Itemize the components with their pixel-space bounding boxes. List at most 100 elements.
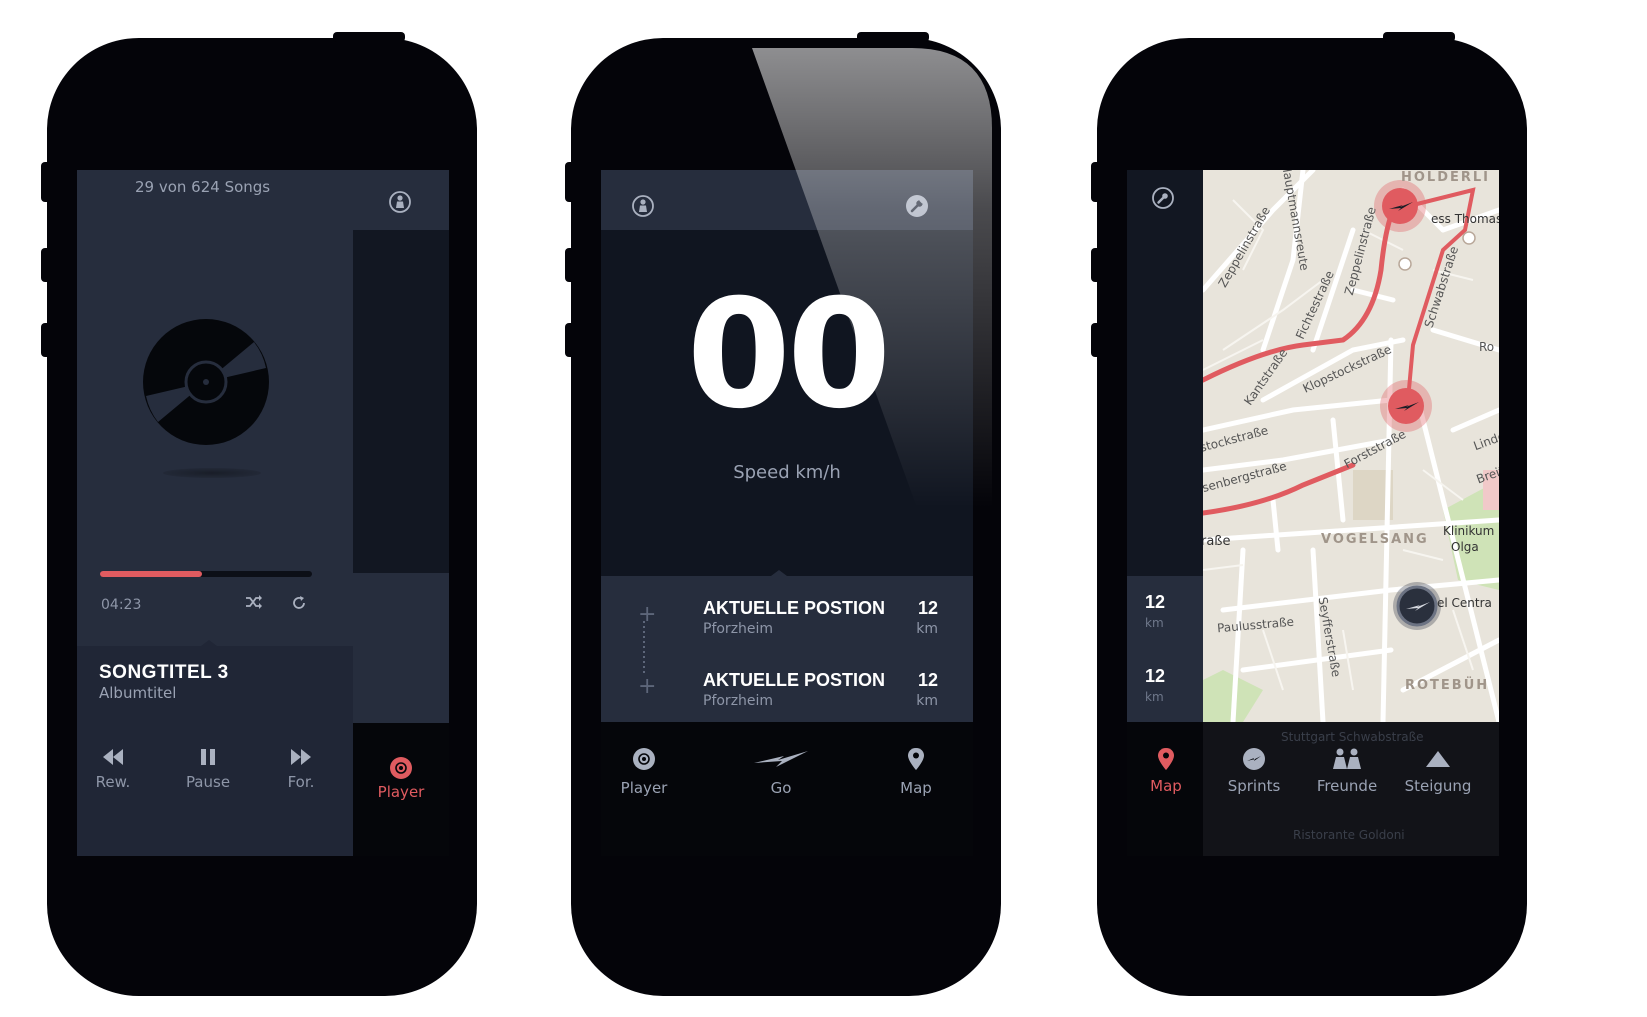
pause-icon: [201, 749, 215, 765]
screen-glare: [752, 48, 992, 508]
volume-up-button: [1091, 248, 1101, 282]
map-label: raße: [1203, 534, 1231, 549]
tab-map-label: Map: [900, 779, 932, 797]
vinyl-shadow: [163, 468, 261, 478]
player-main-panel: 29 von 624 Songs 04:23 SONGTITEL 3 Album…: [77, 170, 353, 856]
tab-sprints-label: Sprints: [1227, 777, 1281, 795]
volume-down-button: [41, 323, 51, 357]
power-button: [857, 32, 929, 42]
map-label: ess Thomas: [1431, 212, 1499, 226]
position-unit: km: [916, 693, 938, 709]
map-label: Stuttgart Schwabstraße: [1281, 730, 1424, 744]
plus-icon[interactable]: +: [638, 674, 656, 699]
wrench-icon[interactable]: [1151, 186, 1175, 210]
tab-map[interactable]: Map: [866, 747, 966, 797]
side-header: [353, 170, 449, 230]
speed-tabbar: Player Go Map: [601, 722, 973, 856]
forward-button[interactable]: For.: [266, 747, 336, 791]
map-label: el Centra: [1437, 596, 1492, 610]
mute-switch: [1091, 162, 1101, 202]
record-icon: [389, 756, 413, 780]
power-button: [333, 32, 405, 42]
song-progress-fill: [100, 571, 202, 577]
lightning-icon: [754, 751, 808, 767]
song-title: SONGTITEL 3: [99, 662, 229, 683]
stat-value: 12: [1145, 592, 1166, 612]
mute-switch: [41, 162, 51, 202]
tab-map-label: Map: [1150, 777, 1182, 795]
position-title: AKTUELLE POSTION: [703, 670, 886, 690]
list-notch: [771, 570, 787, 576]
stats-block: 12 km 12 km: [1127, 576, 1203, 722]
map-label: VOGELSANG: [1321, 532, 1429, 547]
stat-value: 12: [1145, 666, 1166, 686]
stat-unit: km: [1145, 690, 1164, 704]
position-row[interactable]: + AKTUELLE POSTION Pforzheim 12 km: [601, 588, 973, 648]
mountain-icon: [1426, 751, 1450, 767]
map-label: HÖLDERLI: [1401, 170, 1491, 185]
album-title: Albumtitel: [99, 684, 177, 702]
tab-go-label: Go: [770, 779, 792, 797]
phone-map: HÖLDERLI ess Thomas Zeppelinstraße Haupt…: [1091, 32, 1527, 996]
position-title: AKTUELLE POSTION: [703, 598, 886, 618]
fast-forward-icon: [291, 749, 311, 765]
tab-go[interactable]: Go: [731, 747, 831, 797]
song-count: 29 von 624 Songs: [135, 178, 271, 196]
mute-switch: [565, 162, 575, 202]
player-side-panel: Player: [353, 170, 449, 856]
tab-player-label: Player: [377, 783, 425, 801]
plus-icon[interactable]: +: [638, 602, 656, 627]
map-screen: HÖLDERLI ess Thomas Zeppelinstraße Haupt…: [1127, 170, 1499, 856]
repeat-icon[interactable]: [291, 595, 307, 611]
tab-freunde-label: Freunde: [1316, 777, 1378, 795]
phone-player: 29 von 624 Songs 04:23 SONGTITEL 3 Album…: [41, 32, 477, 996]
friends-icon: [1333, 748, 1361, 769]
pause-button[interactable]: Pause: [173, 747, 243, 791]
map-label: Ristorante Goldoni: [1293, 828, 1405, 842]
profile-icon[interactable]: [388, 190, 412, 214]
player-screen: 29 von 624 Songs 04:23 SONGTITEL 3 Album…: [77, 170, 449, 856]
rewind-icon: [103, 749, 123, 765]
map-view[interactable]: HÖLDERLI ess Thomas Zeppelinstraße Haupt…: [1203, 170, 1499, 722]
volume-down-button: [1091, 323, 1101, 357]
side-block: [353, 573, 449, 723]
volume-down-button: [565, 323, 575, 357]
position-unit: km: [916, 621, 938, 637]
volume-up-button: [565, 248, 575, 282]
profile-icon[interactable]: [631, 194, 655, 218]
bar-notch: [201, 640, 217, 646]
vinyl-record-icon: [142, 318, 270, 446]
tab-steigung[interactable]: Steigung: [1393, 747, 1483, 795]
tab-map[interactable]: Map: [1127, 747, 1211, 795]
map-label: Olga: [1451, 540, 1479, 554]
rewind-button[interactable]: Rew.: [78, 747, 148, 791]
position-row[interactable]: + AKTUELLE POSTION Pforzheim 12 km: [601, 660, 973, 720]
tab-sprints[interactable]: Sprints: [1209, 747, 1299, 795]
forward-label: For.: [287, 773, 315, 791]
sprint-icon: [1243, 748, 1265, 770]
shuffle-icon[interactable]: [245, 595, 263, 609]
song-progress-bar[interactable]: [100, 571, 312, 577]
now-playing-bar: SONGTITEL 3 Albumtitel Rew. Pause For.: [77, 640, 353, 856]
tab-player[interactable]: Player: [601, 747, 694, 797]
map-label: ROTEBÜH: [1405, 678, 1490, 693]
map-tabbar: Stuttgart Schwabstraße Ristorante Goldon…: [1127, 722, 1499, 856]
location-pin-icon: [908, 748, 924, 770]
power-button: [1383, 32, 1455, 42]
elapsed-time: 04:23: [101, 597, 142, 613]
position-subtitle: Pforzheim: [703, 621, 774, 637]
volume-up-button: [41, 248, 51, 282]
tab-player-label: Player: [620, 779, 668, 797]
tab-freunde[interactable]: Freunde: [1302, 747, 1392, 795]
map-sidebar: 12 km 12 km: [1127, 170, 1203, 722]
stat-unit: km: [1145, 616, 1164, 630]
position-distance: 12: [917, 598, 938, 618]
position-distance: 12: [917, 670, 938, 690]
tab-steigung-label: Steigung: [1404, 777, 1472, 795]
rewind-label: Rew.: [95, 773, 131, 791]
map-label: Ro: [1479, 340, 1495, 354]
pause-label: Pause: [185, 773, 231, 791]
location-pin-icon: [1158, 748, 1174, 770]
record-icon: [633, 748, 655, 770]
position-list: + AKTUELLE POSTION Pforzheim 12 km + AKT…: [601, 570, 973, 722]
